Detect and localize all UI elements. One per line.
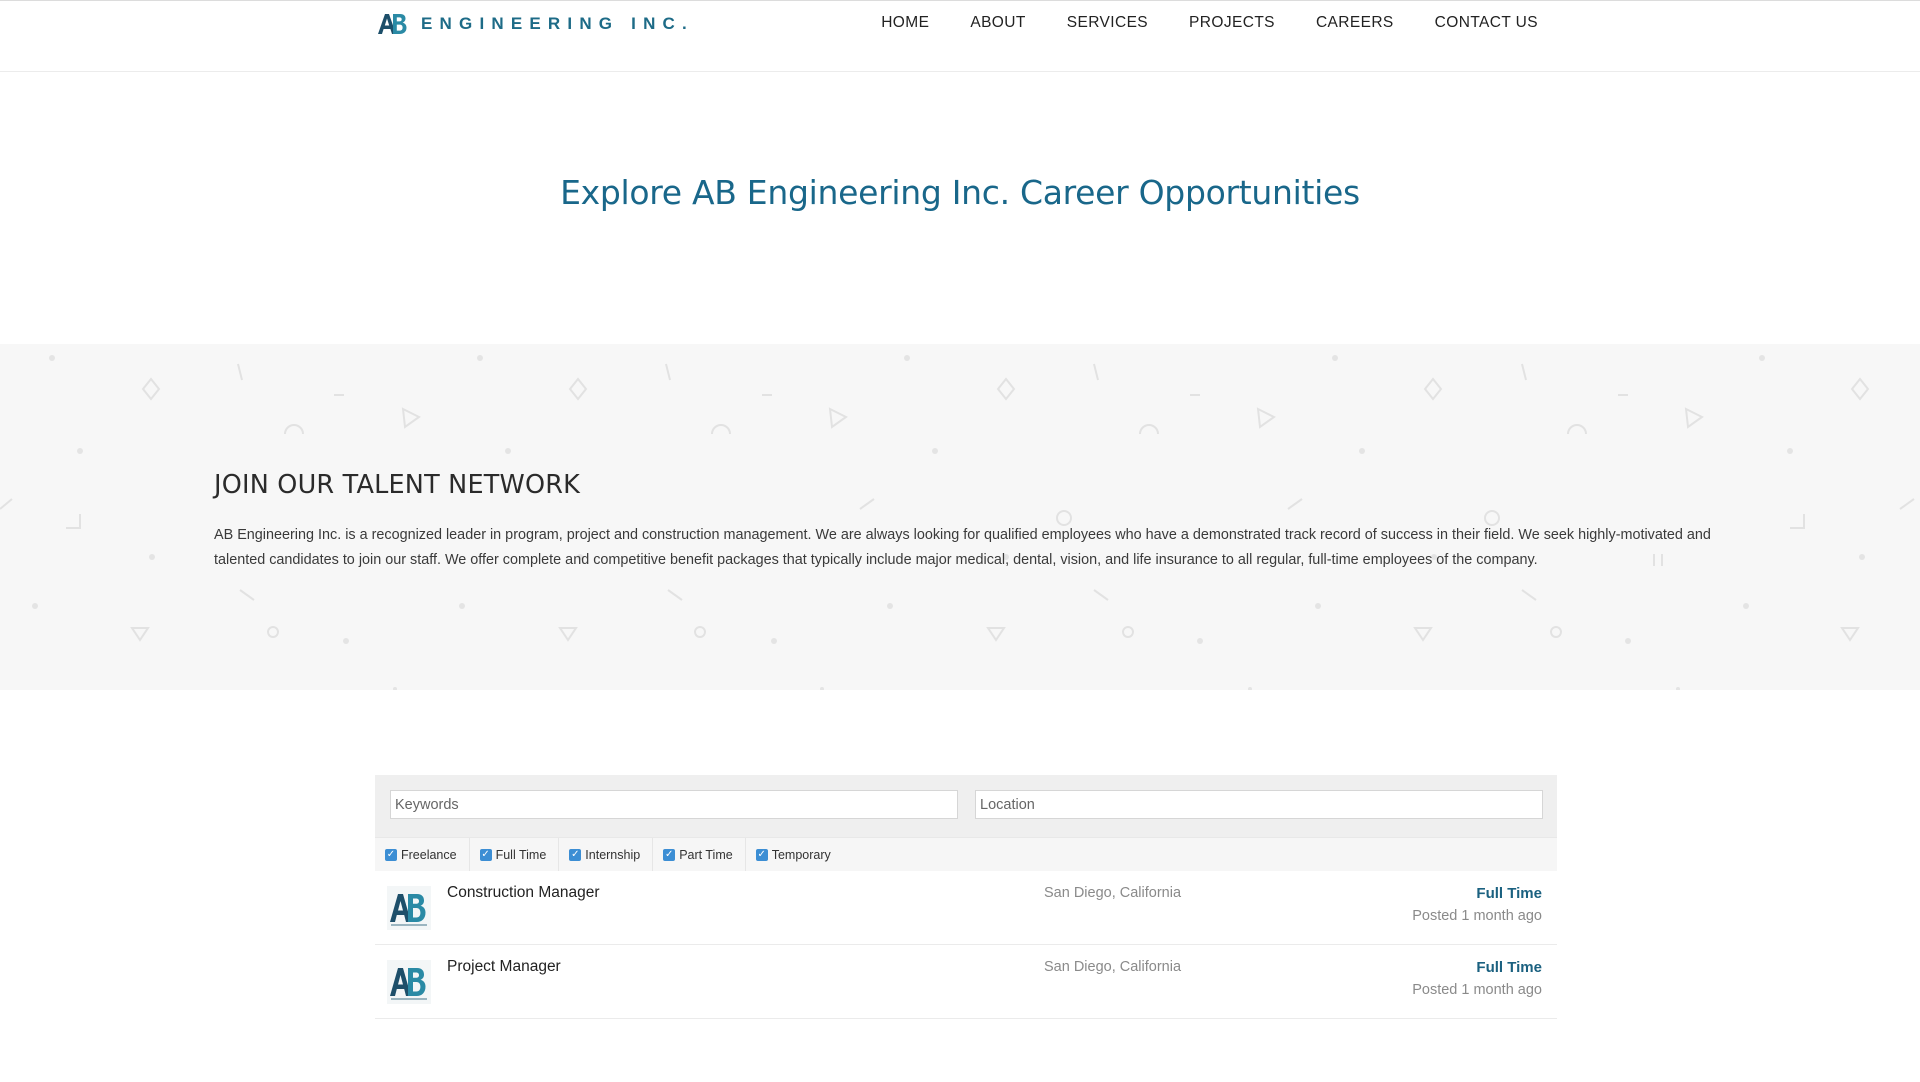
job-listing-row[interactable]: Project Manager San Diego, California Fu… (375, 945, 1557, 1019)
nav-projects[interactable]: PROJECTS (1189, 14, 1275, 32)
job-location: San Diego, California (1044, 885, 1182, 901)
talent-network-text: AB Engineering Inc. is a recognized lead… (214, 527, 1711, 568)
keywords-input[interactable] (390, 790, 958, 819)
checkbox-checked-icon[interactable]: ✓ (385, 848, 397, 861)
ab-logo-icon (378, 14, 407, 34)
filter-freelance[interactable]: ✓ Freelance (375, 837, 470, 872)
nav-services[interactable]: SERVICES (1067, 14, 1148, 32)
nav-careers[interactable]: CAREERS (1316, 14, 1394, 32)
nav-contact-us[interactable]: CONTACT US (1435, 14, 1538, 32)
checkbox-checked-icon[interactable]: ✓ (663, 848, 676, 861)
site-header: ENGINEERING INC. HOME ABOUT SERVICES PRO… (0, 1, 1920, 72)
filter-label: Full Time (495, 847, 547, 862)
job-location: San Diego, California (1044, 959, 1182, 975)
job-search-bar (375, 775, 1557, 837)
job-posted-date: Posted 1 month ago (1412, 982, 1542, 998)
checkbox-checked-icon[interactable]: ✓ (479, 848, 492, 861)
filter-part-time[interactable]: ✓ Part Time (653, 837, 746, 872)
job-listings: ✓ Freelance ✓ Full Time ✓ Internship ✓ P… (375, 775, 1557, 1019)
company-logo-icon (387, 960, 431, 1004)
filter-label: Freelance (401, 847, 457, 862)
main-nav: HOME ABOUT SERVICES PROJECTS CAREERS CON… (881, 14, 1538, 32)
job-title[interactable]: Construction Manager (447, 884, 600, 902)
checkbox-checked-icon[interactable]: ✓ (755, 848, 768, 861)
background-pattern (0, 355, 1915, 690)
job-type-filters: ✓ Freelance ✓ Full Time ✓ Internship ✓ P… (375, 837, 1557, 872)
talent-network-section: JOIN OUR TALENT NETWORK AB Engineering I… (0, 344, 1920, 690)
job-listing-row[interactable]: Construction Manager San Diego, Californ… (375, 871, 1557, 945)
job-title[interactable]: Project Manager (447, 958, 561, 976)
talent-network-heading: JOIN OUR TALENT NETWORK (214, 470, 581, 500)
filter-temporary[interactable]: ✓ Temporary (746, 838, 843, 872)
job-type-badge: Full Time (1476, 959, 1542, 976)
filter-full-time[interactable]: ✓ Full Time (470, 837, 560, 872)
page-title: Explore AB Engineering Inc. Career Oppor… (560, 173, 1360, 212)
site-logo[interactable]: ENGINEERING INC. (377, 11, 694, 37)
filter-internship[interactable]: ✓ Internship (559, 837, 654, 872)
company-logo-icon (387, 886, 431, 930)
filter-label: Internship (585, 847, 641, 862)
checkbox-checked-icon[interactable]: ✓ (569, 848, 582, 861)
job-type-badge: Full Time (1476, 885, 1542, 902)
nav-home[interactable]: HOME (881, 14, 929, 32)
nav-about[interactable]: ABOUT (970, 14, 1025, 32)
logo-text: ENGINEERING INC. (421, 14, 694, 33)
filter-label: Temporary (771, 847, 831, 862)
filter-label: Part Time (679, 847, 733, 862)
location-input[interactable] (975, 790, 1543, 819)
job-posted-date: Posted 1 month ago (1412, 908, 1542, 924)
